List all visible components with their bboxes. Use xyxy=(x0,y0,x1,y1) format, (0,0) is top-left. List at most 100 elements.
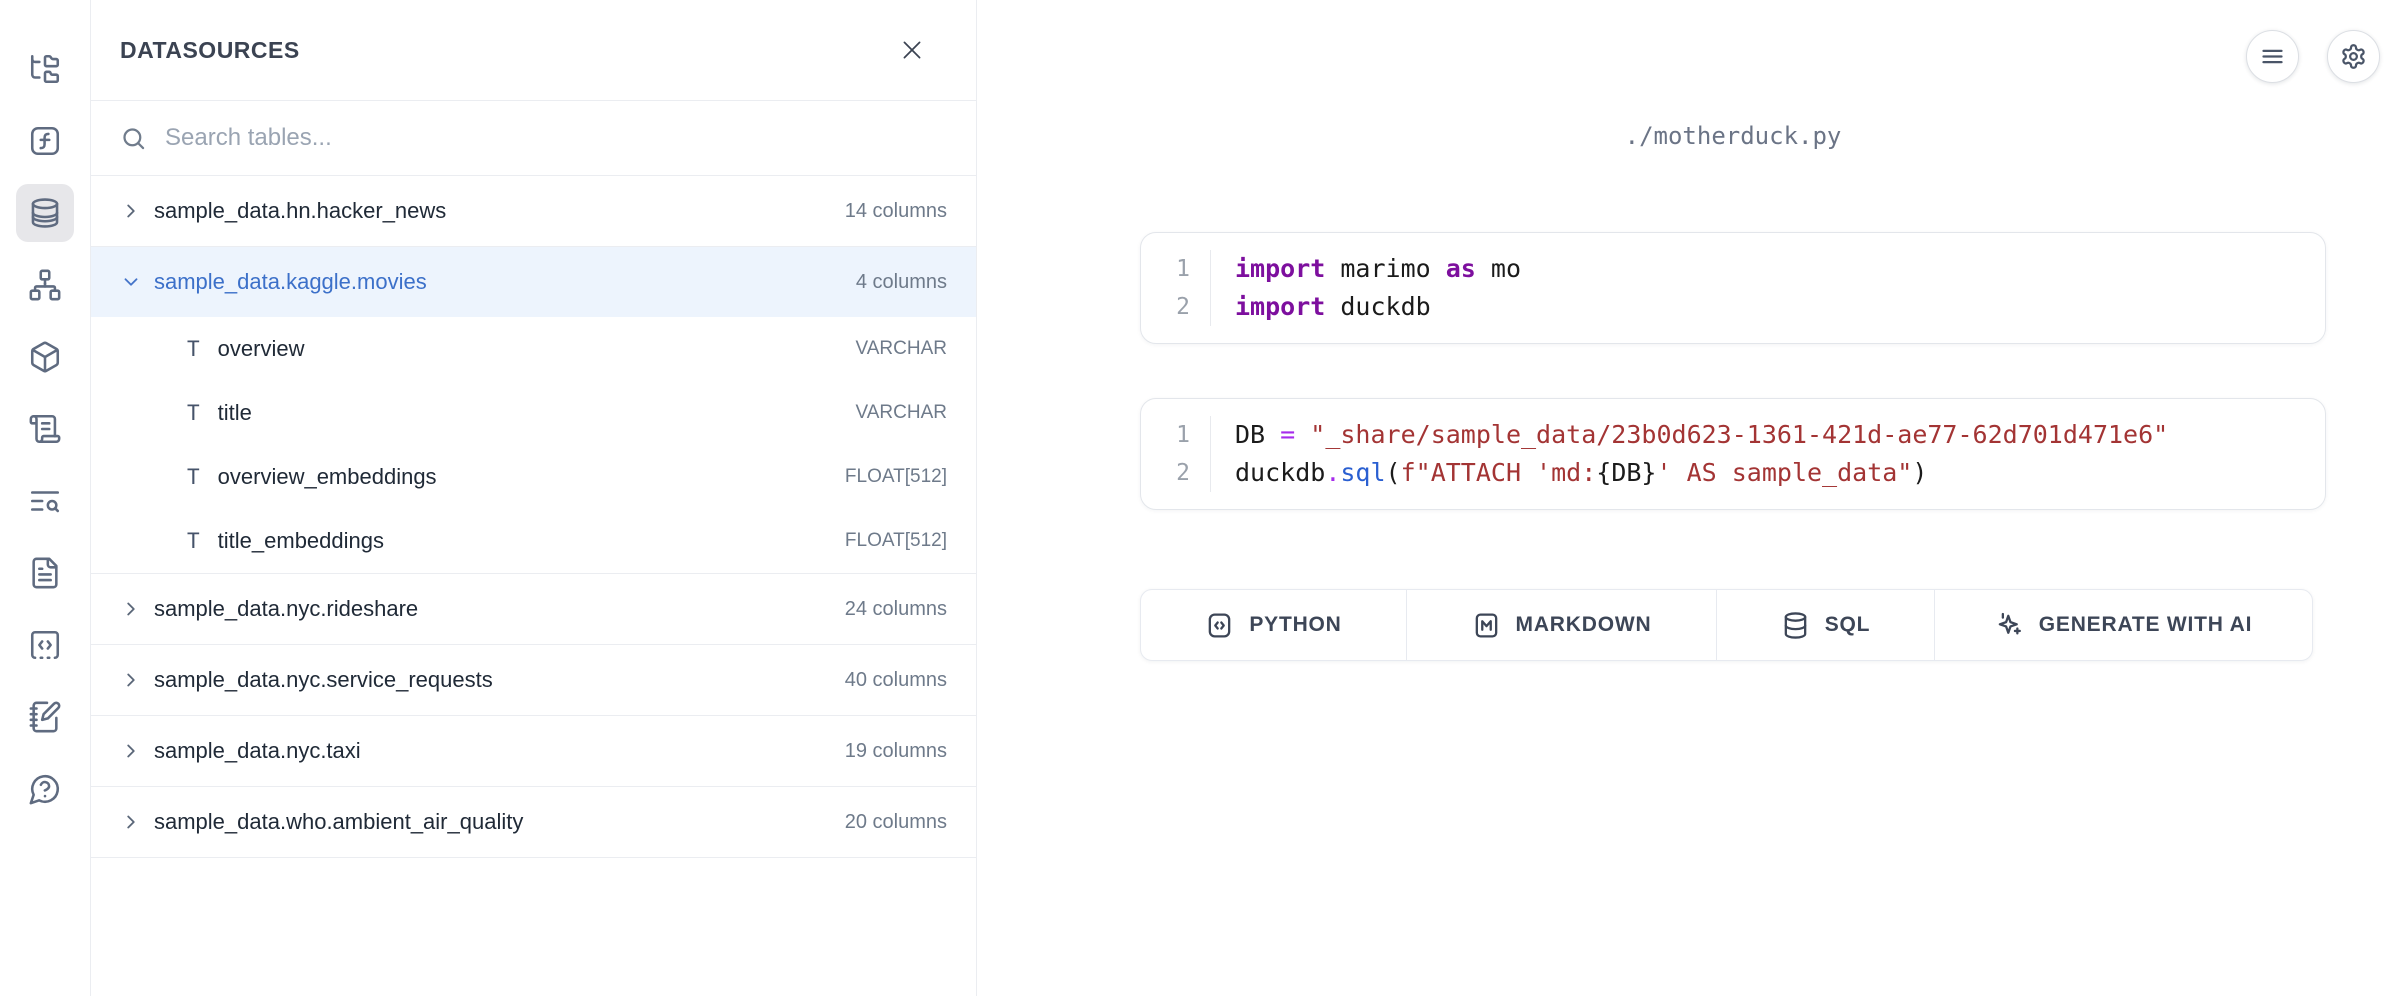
generate-with-ai-label: GENERATE WITH AI xyxy=(2039,613,2252,637)
line-number: 1 xyxy=(1141,416,1211,454)
line-number: 1 xyxy=(1141,250,1211,288)
add-sql-cell-button[interactable]: SQL xyxy=(1717,590,1935,660)
table-group: sample_data.who.ambient_air_quality 20 co… xyxy=(91,787,976,858)
code-cells: 1import marimo as mo2import duckdb1DB = … xyxy=(1140,232,2326,564)
menu-icon xyxy=(2259,43,2286,70)
sidebar-item-variables[interactable] xyxy=(16,112,74,170)
chevron-right-icon xyxy=(120,598,142,620)
notebook-pen-icon xyxy=(28,700,62,734)
column-name: title_embeddings xyxy=(218,528,829,554)
panel-title: DATASOURCES xyxy=(120,37,300,64)
top-actions xyxy=(2246,30,2380,83)
file-tree-icon xyxy=(28,52,62,86)
code-cell[interactable]: 1import marimo as mo2import duckdb xyxy=(1140,232,2326,344)
code-line: 2duckdb.sql(f"ATTACH 'md:{DB}' AS sample… xyxy=(1141,454,2325,492)
column-row[interactable]: TtitleVARCHAR xyxy=(91,381,976,445)
search-tables-input[interactable] xyxy=(165,124,947,152)
gear-icon xyxy=(2340,43,2367,70)
table-column-count: 19 columns xyxy=(845,740,947,763)
sidebar-item-file-explorer[interactable] xyxy=(16,40,74,98)
chevron-right-icon xyxy=(120,669,142,691)
chevron-down-icon xyxy=(120,271,142,293)
table-row[interactable]: sample_data.nyc.service_requests40 colum… xyxy=(91,645,976,715)
sidebar-item-help[interactable] xyxy=(16,760,74,818)
package-box-icon xyxy=(28,340,62,374)
line-number: 2 xyxy=(1141,288,1211,326)
code-text: duckdb.sql(f"ATTACH 'md:{DB}' AS sample_… xyxy=(1211,454,1927,492)
table-name: sample_data.nyc.taxi xyxy=(154,738,829,764)
search-icon xyxy=(120,125,147,152)
datasources-panel-header: DATASOURCES xyxy=(91,0,976,101)
table-row[interactable]: sample_data.hn.hacker_news 14 columns xyxy=(91,176,976,246)
function-square-icon xyxy=(28,124,62,158)
add-markdown-label: MARKDOWN xyxy=(1516,613,1652,637)
table-name: sample_data.hn.hacker_news xyxy=(154,198,829,224)
table-group: sample_data.hn.hacker_news 14 columns xyxy=(91,176,976,247)
datasources-panel: DATASOURCES sample_data.hn.hacker_news 14… xyxy=(91,0,977,996)
column-row[interactable]: Toverview_embeddingsFLOAT[512] xyxy=(91,445,976,509)
column-name: overview xyxy=(218,336,840,362)
left-icon-rail xyxy=(0,0,91,996)
table-group: sample_data.nyc.taxi 19 columns xyxy=(91,716,976,787)
sidebar-item-logs[interactable] xyxy=(16,400,74,458)
settings-button[interactable] xyxy=(2327,30,2380,83)
close-icon xyxy=(899,37,925,63)
table-column-count: 14 columns xyxy=(845,200,947,223)
table-group: sample_data.nyc.rideshare 24 columns xyxy=(91,574,976,645)
sidebar-item-dependencies[interactable] xyxy=(16,256,74,314)
sidebar-item-snippets[interactable] xyxy=(16,616,74,674)
table-name: sample_data.kaggle.movies xyxy=(154,269,840,295)
chevron-right-icon xyxy=(120,740,142,762)
sparkles-icon xyxy=(1995,611,2024,640)
add-python-label: PYTHON xyxy=(1249,613,1341,637)
generate-with-ai-button[interactable]: GENERATE WITH AI xyxy=(1935,590,2312,660)
close-panel-button[interactable] xyxy=(892,30,932,70)
code-text: import marimo as mo xyxy=(1211,250,1521,288)
scratchpad-search-icon xyxy=(28,484,62,518)
table-column-count: 24 columns xyxy=(845,598,947,621)
table-row[interactable]: sample_data.kaggle.movies 4 columns xyxy=(91,247,976,317)
table-column-count: 40 columns xyxy=(845,669,947,692)
dependency-graph-icon xyxy=(28,268,62,302)
column-name: title xyxy=(218,400,840,426)
code-line: 2import duckdb xyxy=(1141,288,2325,326)
table-row[interactable]: sample_data.nyc.rideshare 24 columns xyxy=(91,574,976,644)
code-text: import duckdb xyxy=(1211,288,1431,326)
add-python-cell-button[interactable]: PYTHON xyxy=(1141,590,1407,660)
table-group: sample_data.nyc.service_requests40 colum… xyxy=(91,645,976,716)
documentation-icon xyxy=(28,556,62,590)
text-type-icon: T xyxy=(187,465,200,489)
snippets-code-icon xyxy=(28,628,62,662)
column-type: FLOAT[512] xyxy=(845,530,947,552)
column-type: VARCHAR xyxy=(856,338,948,360)
table-row[interactable]: sample_data.nyc.taxi 19 columns xyxy=(91,716,976,786)
text-type-icon: T xyxy=(187,337,200,361)
chevron-right-icon xyxy=(120,200,142,222)
line-number: 2 xyxy=(1141,454,1211,492)
notebook-menu-button[interactable] xyxy=(2246,30,2299,83)
column-row[interactable]: Ttitle_embeddingsFLOAT[512] xyxy=(91,509,976,573)
code-text: DB = "_share/sample_data/23b0d623-1361-4… xyxy=(1211,416,2168,454)
column-row[interactable]: Toverview VARCHAR xyxy=(91,317,976,381)
table-name: sample_data.who.ambient_air_quality xyxy=(154,809,829,835)
marimo-app: DATASOURCES sample_data.hn.hacker_news14… xyxy=(0,0,2399,996)
add-markdown-cell-button[interactable]: MARKDOWN xyxy=(1407,590,1717,660)
sidebar-item-datasources[interactable] xyxy=(16,184,74,242)
chevron-right-icon xyxy=(120,811,142,833)
table-column-count: 20 columns xyxy=(845,811,947,834)
sidebar-item-packages[interactable] xyxy=(16,328,74,386)
sidebar-item-scratchpad[interactable] xyxy=(16,472,74,530)
tables-list: sample_data.hn.hacker_news14 columnssamp… xyxy=(91,175,976,996)
sidebar-item-documentation[interactable] xyxy=(16,544,74,602)
column-name: overview_embeddings xyxy=(218,464,829,490)
text-type-icon: T xyxy=(187,401,200,425)
sidebar-item-notebook[interactable] xyxy=(16,688,74,746)
table-name: sample_data.nyc.rideshare xyxy=(154,596,829,622)
notebook-filename: ./motherduck.py xyxy=(1140,122,2326,150)
database-icon xyxy=(1781,611,1810,640)
table-row[interactable]: sample_data.who.ambient_air_quality 20 co… xyxy=(91,787,976,857)
table-column-count: 4 columns xyxy=(856,271,947,294)
code-cell[interactable]: 1DB = "_share/sample_data/23b0d623-1361-… xyxy=(1140,398,2326,510)
code-line: 1import marimo as mo xyxy=(1141,250,2325,288)
add-sql-label: SQL xyxy=(1825,613,1871,637)
